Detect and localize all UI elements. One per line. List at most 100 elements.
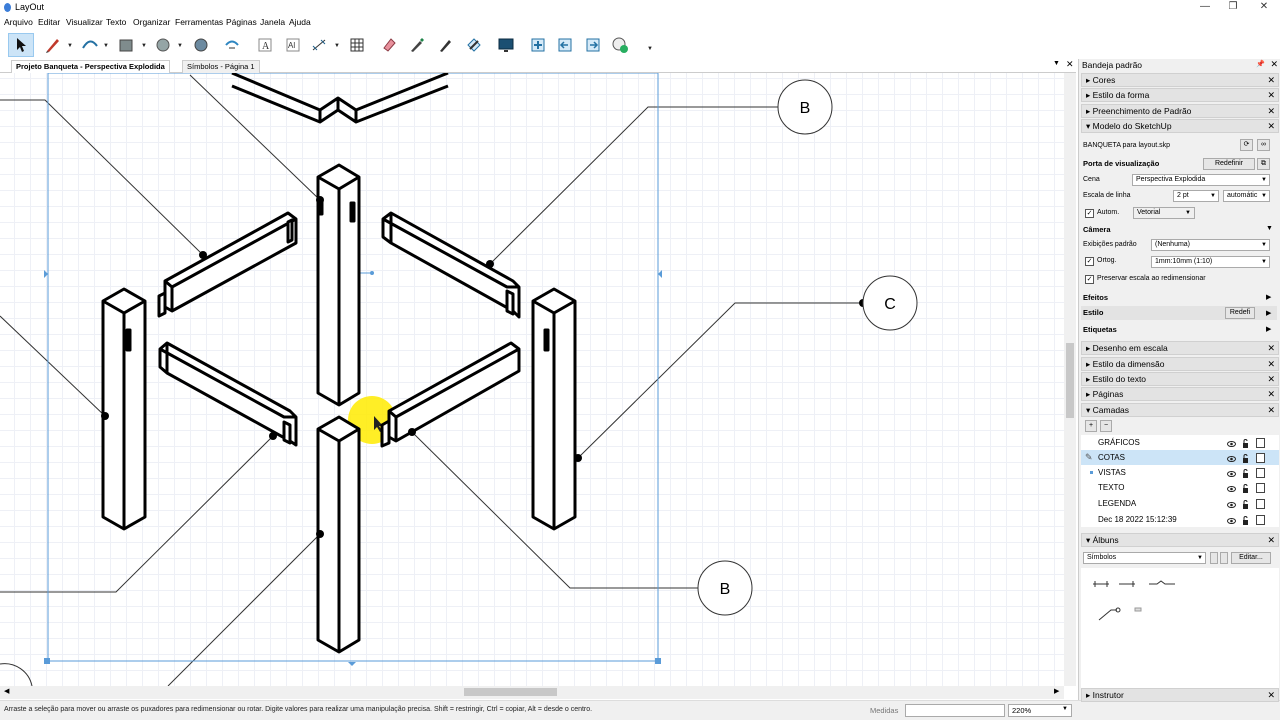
- page-icon[interactable]: [1256, 483, 1265, 493]
- auto-select[interactable]: automátic ▼: [1223, 190, 1270, 202]
- tab-projeto-banqueta[interactable]: Projeto Banqueta - Perspectiva Explodida: [11, 60, 170, 73]
- close-icon[interactable]: ✕: [1267, 120, 1275, 132]
- chevron-down-icon[interactable]: ▼: [67, 43, 73, 49]
- close-tray-icon[interactable]: ✕: [1270, 59, 1278, 70]
- section-estilo-dimensao[interactable]: ▸ Estilo da dimensão ✕: [1081, 357, 1279, 371]
- symbols-preview[interactable]: [1081, 568, 1279, 688]
- line-scale-select[interactable]: 2 pt ▼: [1173, 190, 1219, 202]
- dimension-icon[interactable]: [306, 33, 332, 57]
- arc-icon[interactable]: [77, 33, 103, 57]
- section-cores[interactable]: ▸ Cores ✕: [1081, 73, 1279, 87]
- menu-ajuda[interactable]: Ajuda: [289, 17, 311, 27]
- lock-icon[interactable]: [1242, 499, 1250, 509]
- close-icon[interactable]: ✕: [1267, 534, 1275, 546]
- chevron-down-icon[interactable]: ▼: [334, 43, 340, 49]
- menu-visualizar[interactable]: Visualizar: [66, 17, 103, 27]
- join-icon[interactable]: [461, 33, 487, 57]
- menu-organizar[interactable]: Organizar: [133, 17, 170, 27]
- menu-janela[interactable]: Janela: [260, 17, 285, 27]
- lock-icon[interactable]: [1242, 483, 1250, 493]
- zoom-select[interactable]: 220% ▼: [1008, 704, 1072, 717]
- preserve-scale-checkbox[interactable]: ✓: [1085, 275, 1094, 284]
- tab-simbolos[interactable]: Símbolos - Página 1: [182, 60, 260, 73]
- pencil-line-icon[interactable]: [40, 33, 66, 57]
- scene-select[interactable]: Perspectiva Explodida ▼: [1132, 174, 1270, 186]
- lock-icon[interactable]: [1242, 468, 1250, 478]
- menu-arquivo[interactable]: Arquivo: [4, 17, 33, 27]
- table-icon[interactable]: [344, 33, 370, 57]
- chevron-right-icon[interactable]: ▶: [1266, 293, 1271, 301]
- chevron-down-icon[interactable]: ▼: [1266, 225, 1273, 232]
- eye-icon[interactable]: [1227, 483, 1236, 492]
- eye-icon[interactable]: [1227, 438, 1236, 447]
- eye-icon[interactable]: [1227, 468, 1236, 477]
- eye-icon[interactable]: [1227, 499, 1236, 508]
- link-icon[interactable]: ∞: [1257, 139, 1270, 151]
- text-icon[interactable]: A: [252, 33, 278, 57]
- polygon-icon[interactable]: [188, 33, 214, 57]
- close-icon[interactable]: ✕: [1267, 373, 1275, 385]
- page-icon[interactable]: [1256, 468, 1265, 478]
- lock-icon[interactable]: [1242, 453, 1250, 463]
- chevron-right-icon[interactable]: ▶: [1266, 309, 1271, 317]
- album-option-icon[interactable]: [1220, 552, 1228, 564]
- chevron-right-icon[interactable]: ▶: [1266, 325, 1271, 333]
- close-icon[interactable]: ✕: [1267, 388, 1275, 400]
- close-icon[interactable]: ✕: [1267, 74, 1275, 86]
- layer-item[interactable]: LEGENDA: [1081, 496, 1279, 511]
- presentation-icon[interactable]: [493, 33, 519, 57]
- ortho-checkbox[interactable]: ✓: [1085, 257, 1094, 266]
- vertical-scroll-thumb[interactable]: [1066, 343, 1074, 418]
- close-icon[interactable]: ✕: [1267, 105, 1275, 117]
- section-estilo-forma[interactable]: ▸ Estilo da forma ✕: [1081, 88, 1279, 102]
- chevron-down-icon[interactable]: ▼: [177, 43, 183, 49]
- layer-item[interactable]: TEXTO: [1081, 480, 1279, 495]
- section-albuns[interactable]: ▾ Álbuns ✕: [1081, 533, 1279, 547]
- ortho-scale-select[interactable]: 1mm:10mm (1:10) ▼: [1151, 256, 1270, 268]
- scroll-right-icon[interactable]: ▶: [1054, 687, 1059, 695]
- layer-item[interactable]: ✎ COTAS: [1081, 450, 1279, 465]
- horizontal-scroll-thumb[interactable]: [464, 688, 557, 696]
- album-edit-button[interactable]: Editar...: [1231, 552, 1271, 564]
- section-instrutor[interactable]: ▸ Instrutor ✕: [1081, 688, 1279, 702]
- close-icon[interactable]: ✕: [1267, 404, 1275, 416]
- page-icon[interactable]: [1256, 515, 1265, 525]
- menu-texto[interactable]: Texto: [106, 17, 126, 27]
- render-mode-select[interactable]: Vetorial ▼: [1133, 207, 1195, 219]
- eye-icon[interactable]: [1227, 453, 1236, 462]
- page-icon[interactable]: [1256, 453, 1265, 463]
- circle-icon[interactable]: [150, 33, 176, 57]
- close-icon[interactable]: ✕: [1267, 689, 1275, 701]
- album-option-icon[interactable]: [1210, 552, 1218, 564]
- page-icon[interactable]: [1256, 438, 1265, 448]
- user-status-icon[interactable]: [607, 33, 633, 57]
- close-icon[interactable]: ✕: [1267, 358, 1275, 370]
- lock-icon[interactable]: [1242, 438, 1250, 448]
- close-tab-icon[interactable]: ✕: [1066, 59, 1074, 70]
- standard-views-select[interactable]: (Nenhuma) ▼: [1151, 239, 1270, 251]
- tabs-menu-icon[interactable]: ▼: [1053, 60, 1060, 67]
- section-modelo-sketchup[interactable]: ▾ Modelo do SketchUp ✕: [1081, 119, 1279, 133]
- select-arrow-icon[interactable]: [8, 33, 34, 57]
- menu-ferramentas[interactable]: Ferramentas: [175, 17, 223, 27]
- close-window-button[interactable]: ✕: [1249, 0, 1279, 15]
- label-icon[interactable]: Al: [280, 33, 306, 57]
- section-camadas[interactable]: ▾ Camadas ✕: [1081, 403, 1279, 417]
- shape-rect-icon[interactable]: [113, 33, 139, 57]
- autom-checkbox[interactable]: ✓: [1085, 209, 1094, 218]
- paint-style-icon[interactable]: [433, 33, 459, 57]
- chevron-down-icon[interactable]: ▼: [103, 43, 109, 49]
- layer-item[interactable]: VISTAS: [1081, 465, 1279, 480]
- refresh-icon[interactable]: ⟳: [1240, 139, 1253, 151]
- menu-editar[interactable]: Editar: [38, 17, 60, 27]
- eyedropper-icon[interactable]: [404, 33, 430, 57]
- minimize-button[interactable]: —: [1190, 0, 1220, 15]
- section-estilo-texto[interactable]: ▸ Estilo do texto ✕: [1081, 372, 1279, 386]
- prev-page-icon[interactable]: [552, 33, 578, 57]
- section-paginas[interactable]: ▸ Páginas ✕: [1081, 387, 1279, 401]
- style-label[interactable]: Estilo: [1083, 308, 1103, 317]
- pin-icon[interactable]: 📌: [1256, 60, 1265, 68]
- page-icon[interactable]: [1256, 499, 1265, 509]
- menu-paginas[interactable]: Páginas: [226, 17, 257, 27]
- copy-icon[interactable]: ⧉: [1257, 158, 1270, 170]
